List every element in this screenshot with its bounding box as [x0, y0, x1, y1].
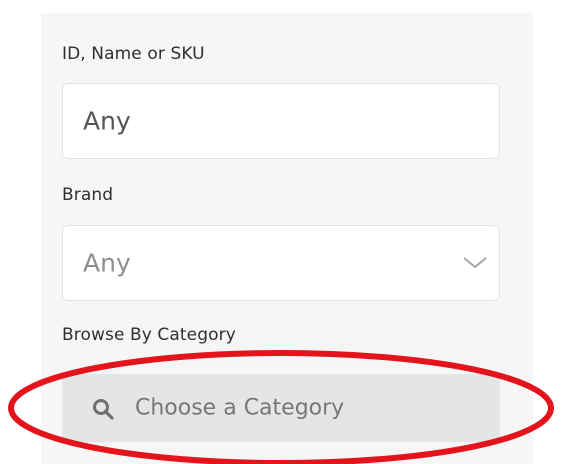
- chevron-down-icon: [463, 257, 487, 269]
- screenshot-stage: ID, Name or SKU Any Brand Any Browse By …: [0, 0, 561, 464]
- id-name-sku-input[interactable]: Any: [62, 83, 500, 159]
- choose-category-label: Choose a Category: [135, 395, 345, 421]
- search-icon: [93, 399, 114, 420]
- browse-by-category-label: Browse By Category: [62, 325, 236, 345]
- id-name-sku-label: ID, Name or SKU: [62, 44, 205, 64]
- brand-select[interactable]: Any: [62, 225, 500, 301]
- choose-category-button[interactable]: Choose a Category: [62, 374, 500, 442]
- brand-selected-value: Any: [83, 248, 131, 278]
- id-name-sku-value: Any: [83, 106, 131, 136]
- brand-label: Brand: [62, 185, 114, 205]
